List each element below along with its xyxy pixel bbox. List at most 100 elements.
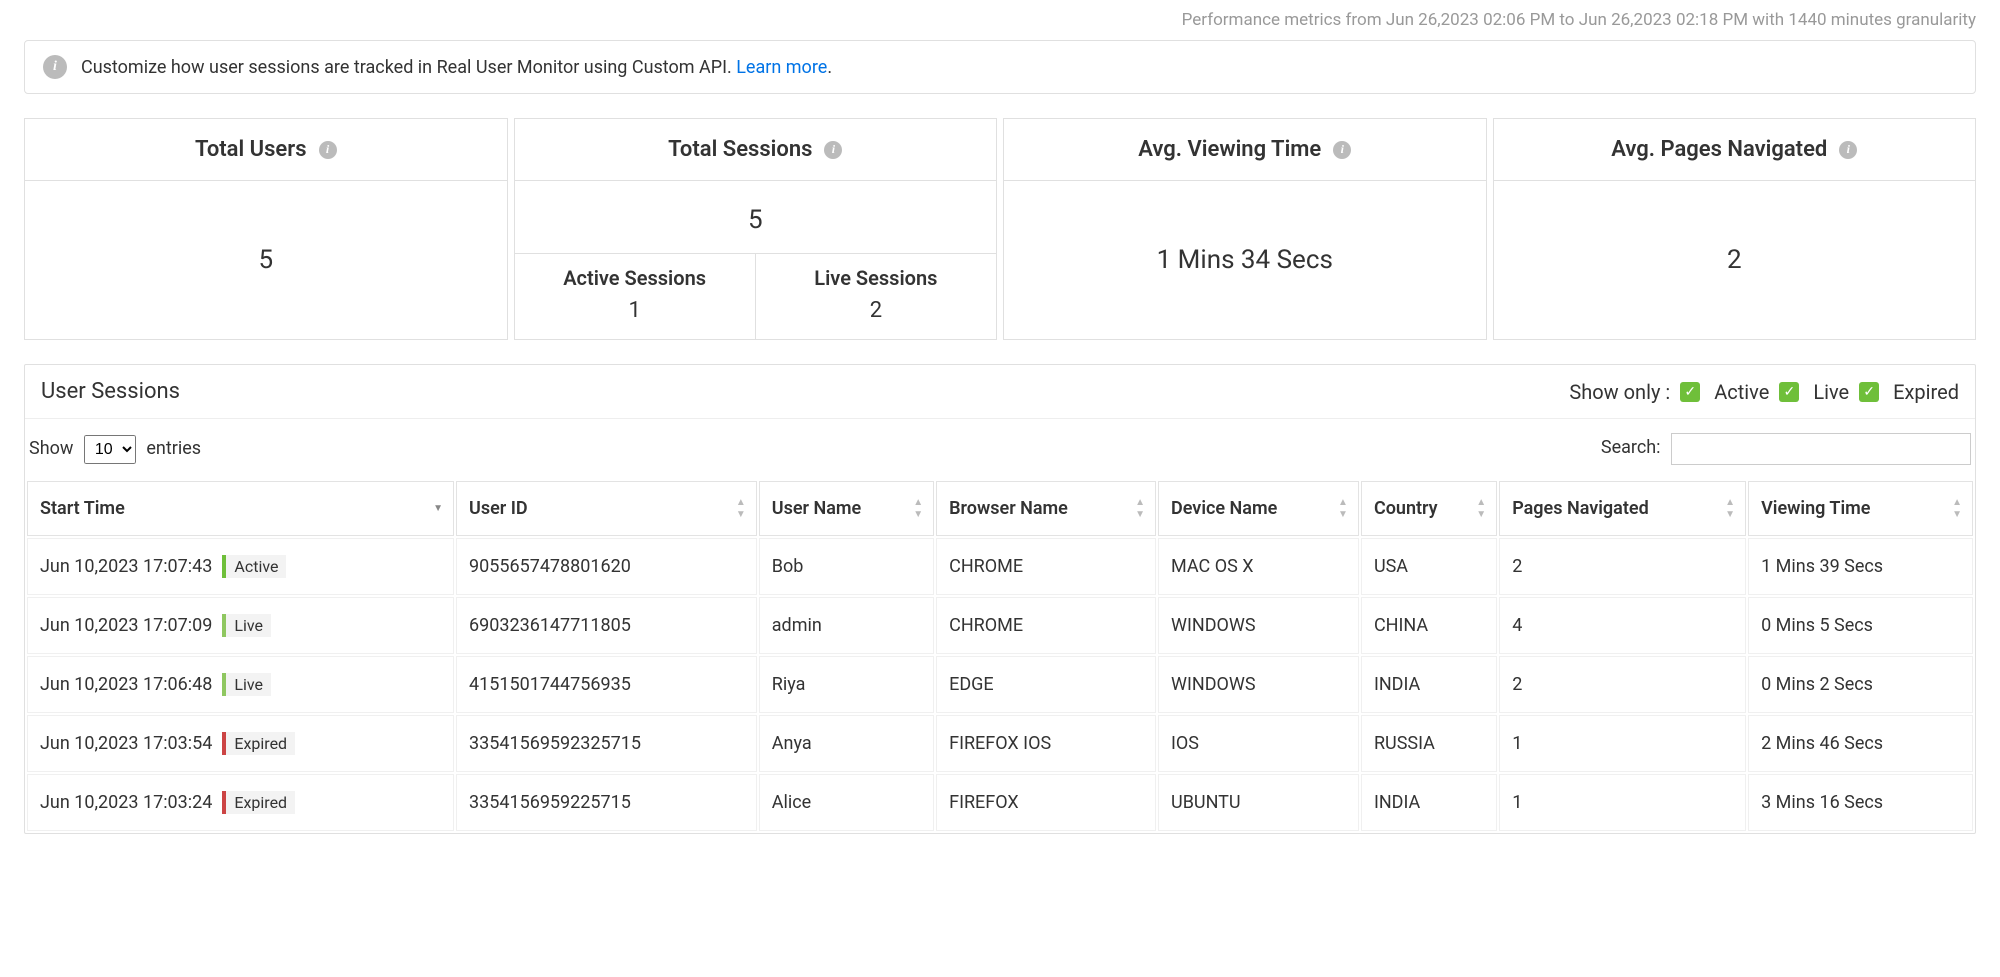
cell-pages: 4 [1499, 597, 1746, 654]
sort-icon: ▲▼ [1338, 498, 1348, 520]
notice-text-prefix: Customize how user sessions are tracked … [81, 57, 736, 78]
cell-viewing: 0 Mins 5 Secs [1748, 597, 1973, 654]
metrics-row: Total Users i 5 Total Sessions i 5 Activ… [24, 118, 1976, 340]
filter-expired-checkbox[interactable]: ✓ [1859, 382, 1879, 402]
cell-user-name: admin [759, 597, 934, 654]
length-control: Show 10 entries [29, 435, 201, 464]
avg-pages-label: Avg. Pages Navigated [1611, 137, 1827, 162]
cell-device: IOS [1158, 715, 1359, 772]
total-sessions-body: 5 Active Sessions 1 Live Sessions 2 [515, 181, 997, 339]
cell-browser: CHROME [936, 597, 1156, 654]
col-browser-name-label: Browser Name [949, 498, 1068, 519]
col-user-id-label: User ID [469, 498, 528, 519]
cell-country: USA [1361, 538, 1497, 595]
cell-user-id: 33541569592325715 [456, 715, 757, 772]
sort-icon: ▲▼ [1135, 498, 1145, 520]
total-sessions-card: Total Sessions i 5 Active Sessions 1 Liv… [514, 118, 998, 340]
cell-device: MAC OS X [1158, 538, 1359, 595]
status-badge: Expired [222, 791, 295, 814]
notice-text: Customize how user sessions are tracked … [81, 57, 832, 78]
cell-user-name: Bob [759, 538, 934, 595]
active-sessions-col: Active Sessions 1 [515, 254, 756, 339]
cell-user-id: 9055657478801620 [456, 538, 757, 595]
cell-user-id: 3354156959225715 [456, 774, 757, 831]
status-badge: Live [222, 673, 271, 696]
col-device-name-label: Device Name [1171, 498, 1277, 519]
info-icon[interactable]: i [319, 141, 337, 159]
start-time-text: Jun 10,2023 17:07:43 [40, 556, 212, 577]
table-row[interactable]: Jun 10,2023 17:03:54Expired3354156959232… [27, 715, 1973, 772]
learn-more-link[interactable]: Learn more [736, 57, 827, 78]
cell-user-name: Alice [759, 774, 934, 831]
sort-icon: ▲▼ [736, 498, 746, 520]
col-user-id[interactable]: User ID ▲▼ [456, 481, 757, 536]
cell-device: WINDOWS [1158, 597, 1359, 654]
sessions-table: Start Time ▲▼ User ID ▲▼ User Name ▲▼ Br… [25, 479, 1975, 833]
panel-title: User Sessions [41, 379, 180, 404]
cell-device: UBUNTU [1158, 774, 1359, 831]
cell-viewing: 0 Mins 2 Secs [1748, 656, 1973, 713]
cell-country: CHINA [1361, 597, 1497, 654]
table-controls: Show 10 entries Search: [25, 419, 1975, 479]
table-header-row: Start Time ▲▼ User ID ▲▼ User Name ▲▼ Br… [27, 481, 1973, 536]
cell-pages: 2 [1499, 656, 1746, 713]
filter-live-label: Live [1813, 380, 1849, 404]
cell-viewing: 2 Mins 46 Secs [1748, 715, 1973, 772]
start-time-text: Jun 10,2023 17:07:09 [40, 615, 212, 636]
sort-icon: ▲▼ [913, 498, 923, 520]
status-badge: Live [222, 614, 271, 637]
start-time-text: Jun 10,2023 17:03:24 [40, 792, 212, 813]
cell-browser: FIREFOX [936, 774, 1156, 831]
status-badge: Active [222, 555, 286, 578]
total-users-value: 5 [25, 181, 507, 339]
filter-expired-label: Expired [1893, 380, 1959, 404]
avg-pages-header: Avg. Pages Navigated i [1494, 119, 1976, 181]
filter-live-checkbox[interactable]: ✓ [1779, 382, 1799, 402]
filter-active-label: Active [1714, 380, 1769, 404]
search-label: Search: [1601, 437, 1661, 458]
cell-device: WINDOWS [1158, 656, 1359, 713]
avg-viewing-value: 1 Mins 34 Secs [1004, 181, 1486, 339]
info-icon[interactable]: i [1333, 141, 1351, 159]
show-label-post: entries [146, 438, 201, 459]
info-icon: i [43, 55, 67, 79]
col-pages-navigated[interactable]: Pages Navigated ▲▼ [1499, 481, 1746, 536]
col-country[interactable]: Country ▲▼ [1361, 481, 1497, 536]
col-start-time[interactable]: Start Time ▲▼ [27, 481, 454, 536]
cell-user-id: 4151501744756935 [456, 656, 757, 713]
live-sessions-value: 2 [764, 298, 988, 323]
table-row[interactable]: Jun 10,2023 17:06:48Live4151501744756935… [27, 656, 1973, 713]
table-row[interactable]: Jun 10,2023 17:03:24 Expired 3354156959225… [27, 774, 1973, 831]
cell-start-time: Jun 10,2023 17:07:09 Live [27, 597, 454, 654]
status-badge: Expired [222, 732, 295, 755]
col-browser-name[interactable]: Browser Name ▲▼ [936, 481, 1156, 536]
search-control: Search: [1601, 433, 1971, 465]
col-pages-navigated-label: Pages Navigated [1512, 498, 1649, 519]
info-icon[interactable]: i [824, 141, 842, 159]
show-label-pre: Show [29, 438, 73, 459]
cell-browser: CHROME [936, 538, 1156, 595]
page-length-select[interactable]: 10 [84, 435, 136, 464]
live-sessions-col: Live Sessions 2 [756, 254, 996, 339]
performance-range-text: Performance metrics from Jun 26,2023 02:… [24, 0, 1976, 40]
total-users-card: Total Users i 5 [24, 118, 508, 340]
col-device-name[interactable]: Device Name ▲▼ [1158, 481, 1359, 536]
total-sessions-label: Total Sessions [668, 137, 812, 162]
cell-browser: EDGE [936, 656, 1156, 713]
col-user-name-label: User Name [772, 498, 861, 519]
col-start-time-label: Start Time [40, 498, 125, 519]
cell-pages: 1 [1499, 774, 1746, 831]
col-viewing-time[interactable]: Viewing Time ▲▼ [1748, 481, 1973, 536]
col-user-name[interactable]: User Name ▲▼ [759, 481, 934, 536]
notice-text-suffix: . [827, 57, 832, 78]
info-icon[interactable]: i [1839, 141, 1857, 159]
table-row[interactable]: Jun 10,2023 17:07:43 Active 90556574788016… [27, 538, 1973, 595]
filter-active-checkbox[interactable]: ✓ [1680, 382, 1700, 402]
active-sessions-value: 1 [523, 298, 747, 323]
active-sessions-label: Active Sessions [523, 266, 747, 290]
table-row[interactable]: Jun 10,2023 17:07:09Live6903236147711805… [27, 597, 1973, 654]
cell-start-time: Jun 10,2023 17:03:24 Expired [27, 774, 454, 831]
cell-start-time: Jun 10,2023 17:06:48Live [27, 656, 454, 713]
search-input[interactable] [1671, 433, 1971, 465]
col-viewing-time-label: Viewing Time [1761, 498, 1870, 519]
